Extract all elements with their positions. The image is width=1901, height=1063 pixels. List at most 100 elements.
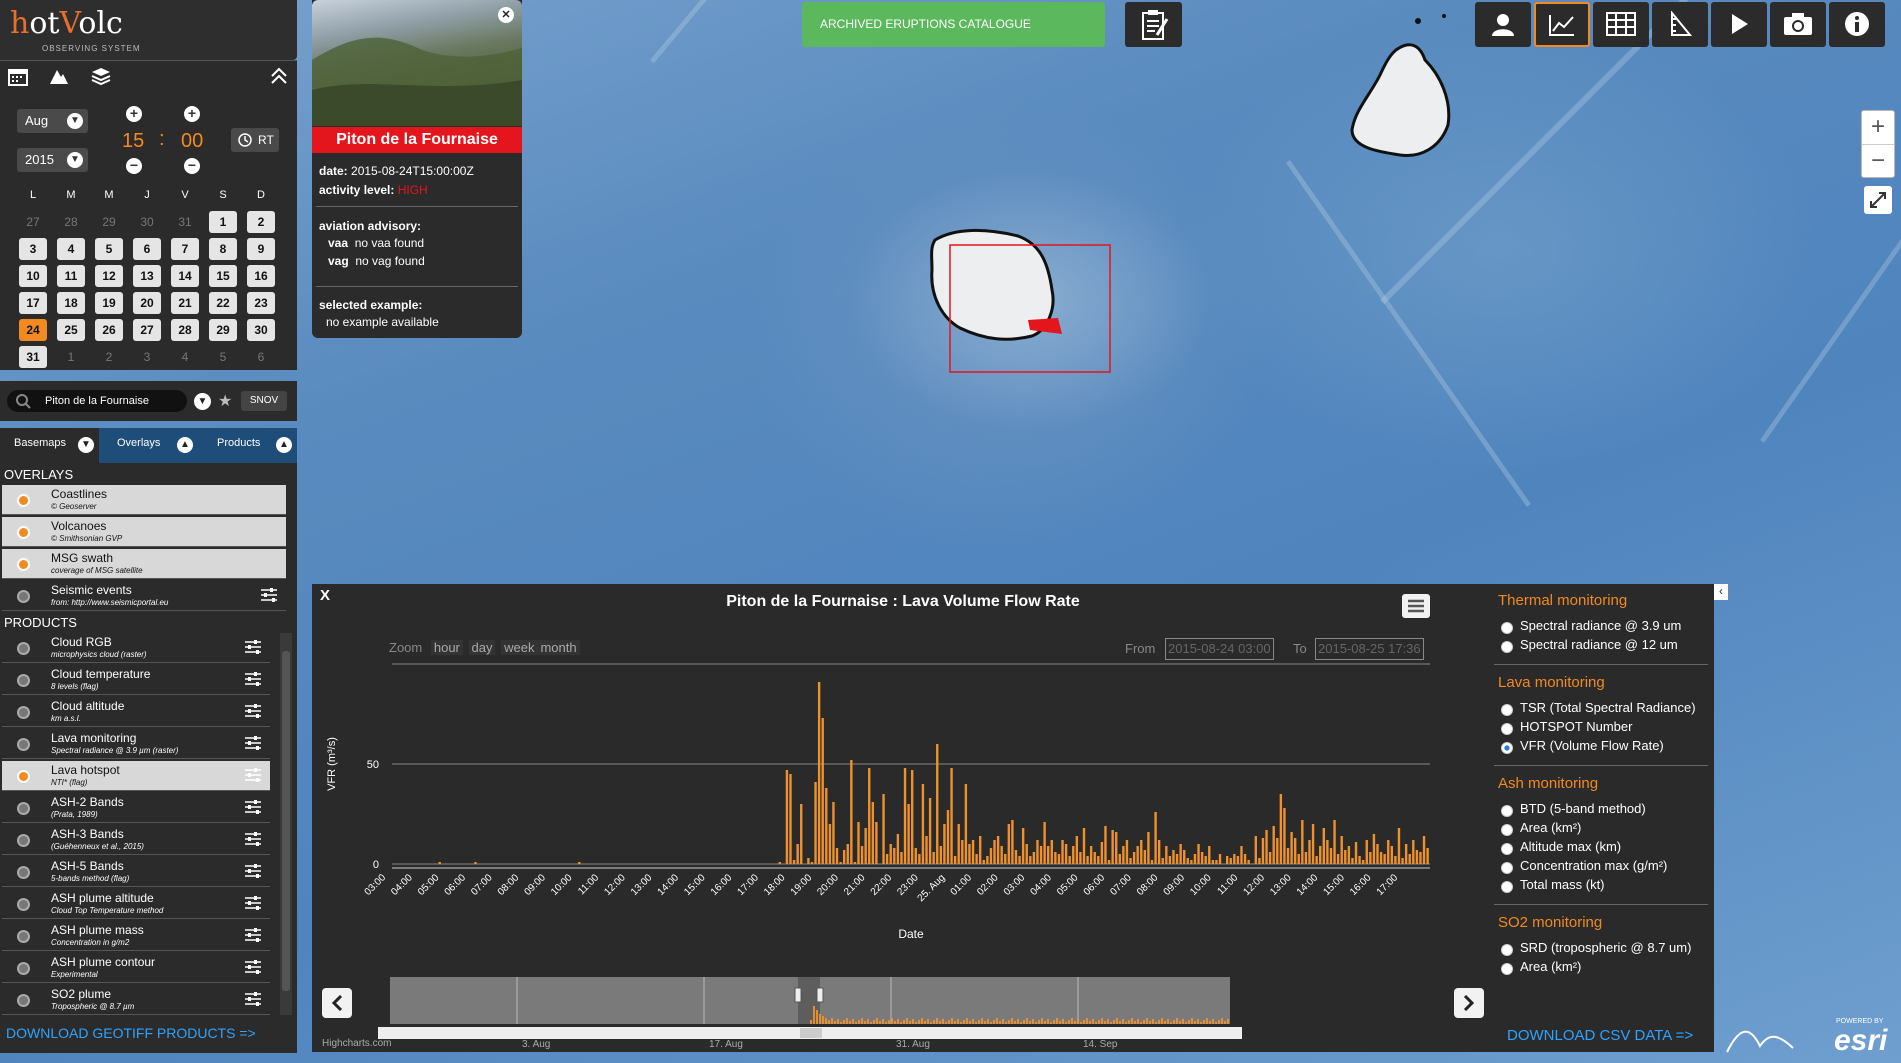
vfr-bar[interactable] [1107,860,1111,864]
vfr-bar[interactable] [1111,830,1114,864]
vfr-bar[interactable] [474,862,477,864]
metric-radio[interactable] [1501,881,1513,893]
vfr-bar[interactable] [893,848,896,864]
chart-prev-button[interactable] [322,988,352,1018]
vfr-bar[interactable] [1319,846,1322,864]
vfr-bar[interactable] [871,802,875,864]
vfr-bar[interactable] [1021,828,1025,864]
vfr-bar[interactable] [1333,820,1336,864]
metric-radio[interactable] [1501,622,1513,634]
vfr-bar[interactable] [1086,856,1089,864]
vfr-bar[interactable] [860,846,864,864]
vfr-bar[interactable] [1186,858,1189,864]
metric-label[interactable]: Area (km²) [1520,959,1581,974]
layer-settings-icon[interactable] [244,991,262,1007]
vfr-bar[interactable] [1018,856,1021,864]
calendar-day[interactable]: 31 [14,346,52,373]
chart-button[interactable] [1534,2,1590,47]
metric-label[interactable]: Concentration max (g/m²) [1520,858,1667,873]
layer-toggle-radio[interactable] [17,994,30,1007]
vfr-bar[interactable] [1243,854,1247,864]
vfr-bar[interactable] [438,862,441,864]
vfr-bar[interactable] [1075,836,1079,864]
layer-row[interactable]: Lava hotspot NTI* (flag) [2,761,270,791]
vfr-bar[interactable] [1315,856,1318,864]
metric-label[interactable]: BTD (5-band method) [1520,801,1646,816]
vfr-bar[interactable] [1286,848,1290,864]
layer-settings-icon[interactable] [244,831,262,847]
layer-row[interactable]: Seismic events from: http://www.seismicpo… [2,581,286,611]
vfr-bar[interactable] [1322,828,1325,864]
vfr-bar[interactable] [1136,846,1139,864]
vfr-bar[interactable] [1007,824,1011,864]
highcharts-credit[interactable]: Highcharts.com [322,1038,391,1049]
snov-button[interactable]: SNOV [241,391,287,411]
vfr-bar[interactable] [1229,858,1232,864]
calendar-day[interactable]: 22 [204,292,242,319]
vfr-bar[interactable] [900,852,903,864]
calendar-day[interactable]: 13 [128,265,166,292]
vfr-bar[interactable] [979,836,982,864]
vfr-bar[interactable] [1265,830,1268,864]
vfr-bar[interactable] [1358,856,1361,864]
navigator-handle-right[interactable] [816,987,824,1003]
vfr-bar[interactable] [921,784,925,864]
vfr-bar[interactable] [903,768,907,864]
metric-radio[interactable] [1501,742,1513,754]
layer-settings-icon[interactable] [244,799,262,815]
vfr-bar[interactable] [932,852,935,864]
minute-decrement-button[interactable]: − [184,158,200,174]
calendar-day[interactable]: 25 [52,319,90,346]
vfr-bar[interactable] [1372,834,1376,864]
vfr-bar[interactable] [1225,856,1229,864]
layer-toggle-radio[interactable] [17,738,30,751]
vfr-bar[interactable] [800,804,803,864]
layer-row[interactable]: ASH plume contour Experimental [2,953,270,983]
vfr-bar[interactable] [789,774,792,864]
tab-products[interactable]: Products ▲ [198,428,297,463]
layer-toggle-radio[interactable] [17,930,30,943]
calendar-day[interactable]: 5 [90,238,128,265]
layer-row[interactable]: Cloud RGB microphysics cloud (raster) [2,633,270,663]
vfr-bar[interactable] [1168,856,1172,864]
metric-label[interactable]: HOTSPOT Number [1520,719,1632,734]
vfr-bar[interactable] [846,844,849,864]
metric-radio[interactable] [1501,944,1513,956]
vfr-bar[interactable] [875,822,878,864]
vfr-bar[interactable] [1104,826,1107,864]
vfr-bar[interactable] [1211,860,1215,864]
vfr-bar[interactable] [946,810,950,864]
measure-button[interactable] [1652,2,1708,47]
vfr-bar[interactable] [1190,860,1193,864]
close-popup-button[interactable]: ✕ [498,7,514,23]
vfr-bar[interactable] [1365,840,1368,864]
vfr-bar[interactable] [1268,852,1272,864]
vfr-bar[interactable] [864,828,867,864]
calendar-day[interactable]: 8 [204,238,242,265]
vfr-bar[interactable] [1261,838,1265,864]
vfr-bar[interactable] [986,856,989,864]
vfr-bar[interactable] [1089,846,1093,864]
vfr-bar[interactable] [1279,794,1283,864]
vfr-bar[interactable] [1422,836,1426,864]
vfr-bar[interactable] [1272,826,1275,864]
vfr-bar[interactable] [832,802,835,864]
calendar-day[interactable]: 2 [242,211,280,238]
layer-toggle-radio[interactable] [17,558,30,571]
vfr-bar[interactable] [1351,858,1354,864]
vfr-bar[interactable] [993,840,996,864]
calendar-day[interactable]: 15 [204,265,242,292]
layer-toggle-radio[interactable] [17,674,30,687]
navigator-handle-left[interactable] [794,987,802,1003]
vfr-bar[interactable] [1129,858,1132,864]
vfr-bar[interactable] [914,848,917,864]
navigator-scrollbar-thumb[interactable] [800,1028,822,1038]
vfr-bar[interactable] [778,862,781,864]
vfr-bar[interactable] [1236,856,1240,864]
calendar-icon[interactable] [7,66,29,86]
vfr-bar[interactable] [1161,858,1164,864]
layer-row[interactable]: ASH plume mass Concentration in g/m2 [2,921,270,951]
vfr-bar[interactable] [1419,852,1422,864]
vfr-bar[interactable] [1247,860,1250,864]
vfr-bar[interactable] [1036,840,1039,864]
